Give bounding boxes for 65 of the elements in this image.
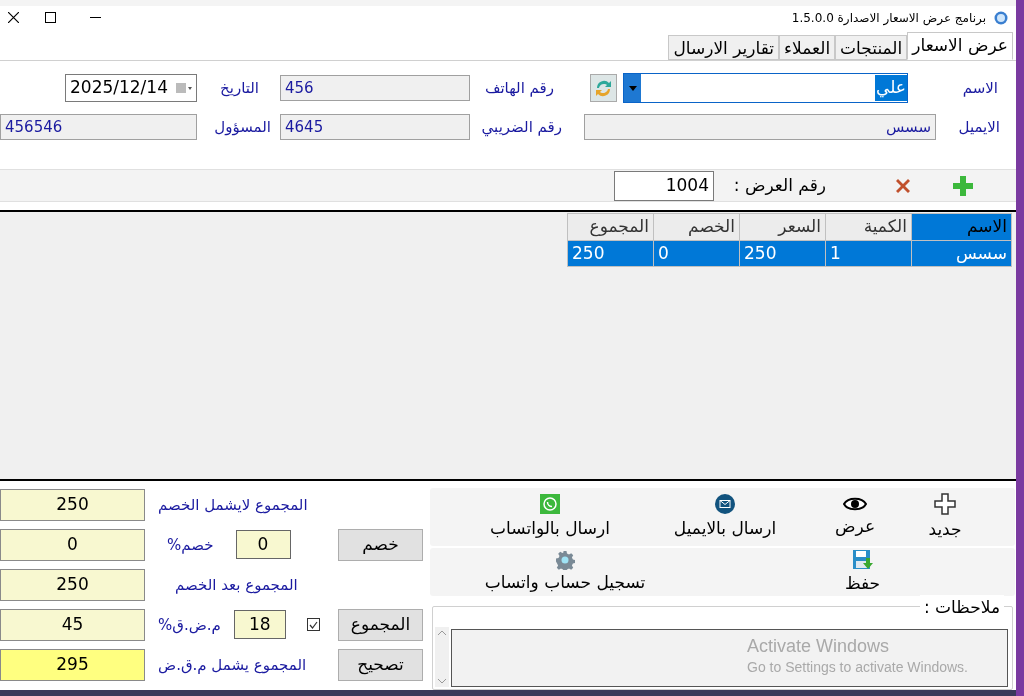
scroll-down-icon[interactable] (438, 679, 446, 685)
subtotal-label: المجموع لايشمل الخصم (158, 494, 308, 516)
vat-percent-label: م.ض.ق% (158, 614, 221, 636)
maximize-icon[interactable] (45, 12, 56, 23)
discount-input[interactable]: 0 (235, 530, 291, 560)
date-label: التاريخ (219, 77, 259, 99)
action-button[interactable]: عرض (810, 488, 900, 547)
eye-icon (843, 495, 867, 512)
tax-number-label: رقم الضريبي (480, 116, 562, 139)
vat-field[interactable]: 45 (0, 609, 145, 641)
tab[interactable]: المنتجات (835, 35, 908, 61)
gear-icon (555, 549, 575, 570)
form-button[interactable]: خصم (338, 529, 423, 561)
action-button[interactable]: ارسال بالايميل (640, 488, 810, 547)
notes-field[interactable] (451, 629, 1008, 688)
form-button[interactable]: المجموع (338, 609, 423, 641)
checkbox[interactable] (306, 618, 320, 632)
phone-field[interactable]: 456 (280, 75, 470, 102)
action-button[interactable]: تسجيل حساب واتساب (455, 548, 675, 597)
tab[interactable]: عرض الاسعار (907, 32, 1013, 61)
discount-percent-label: خصم% (167, 534, 214, 556)
mail-icon (715, 493, 735, 514)
column-header[interactable]: الخصم (653, 213, 740, 241)
action-button[interactable]: جديد (900, 488, 990, 547)
after-discount-field[interactable]: 250 (0, 569, 145, 601)
email-label: الايميل (957, 116, 1000, 138)
quote-number-field[interactable]: 1004 (614, 170, 714, 201)
manager-field[interactable]: 456546 (0, 114, 197, 141)
column-header[interactable]: المجموع (567, 213, 654, 241)
quote-number-label: رقم العرض : (736, 173, 826, 197)
date-picker[interactable]: 2025/12/14 (65, 74, 197, 103)
scroll-up-icon[interactable] (438, 630, 446, 636)
name-combo[interactable]: علي (623, 73, 908, 104)
whatsapp-icon (540, 493, 560, 514)
activation-title: Activate Windows (747, 635, 891, 658)
tax-number-field[interactable]: 4645 (280, 114, 470, 141)
tab[interactable]: العملاء (779, 35, 836, 61)
dropdown-icon[interactable] (624, 74, 641, 103)
phone-label: رقم الهاتف (483, 77, 554, 99)
subtotal-field[interactable]: 250 (0, 489, 145, 521)
grand-total-label: المجموع يشمل م.ق.ض (158, 654, 307, 676)
column-header[interactable]: الاسم (911, 213, 1012, 241)
column-header[interactable]: السعر (739, 213, 826, 241)
add-icon[interactable] (953, 175, 973, 196)
column-header[interactable]: الكمية (825, 213, 912, 241)
activation-message: Go to Settings to activate Windows. (747, 658, 968, 678)
action-button[interactable]: ارسال بالواتساب (460, 488, 640, 547)
window-title: برنامج عرض الاسعار الاصدارة 1.5.0.0 (791, 9, 986, 27)
plus-icon (934, 492, 956, 515)
form-button[interactable]: تصحيح (338, 649, 423, 681)
manager-label: المسؤول (213, 116, 271, 138)
refresh-icon[interactable] (590, 74, 617, 103)
delete-icon[interactable] (896, 178, 910, 193)
calendar-icon (176, 83, 192, 94)
vat-input[interactable]: 18 (233, 610, 286, 640)
tab[interactable]: تقارير الارسال (668, 35, 780, 61)
close-icon[interactable] (8, 12, 19, 23)
email-field[interactable]: سسس (584, 114, 936, 141)
after-discount-label: المجموع بعد الخصم (175, 574, 298, 596)
app-icon (994, 10, 1008, 25)
name-label: الاسم (961, 77, 998, 99)
grand-total-field[interactable]: 295 (0, 649, 145, 681)
action-button[interactable]: حفظ (810, 548, 915, 597)
scrollbar[interactable] (435, 627, 449, 688)
discount-total-field[interactable]: 0 (0, 529, 145, 561)
